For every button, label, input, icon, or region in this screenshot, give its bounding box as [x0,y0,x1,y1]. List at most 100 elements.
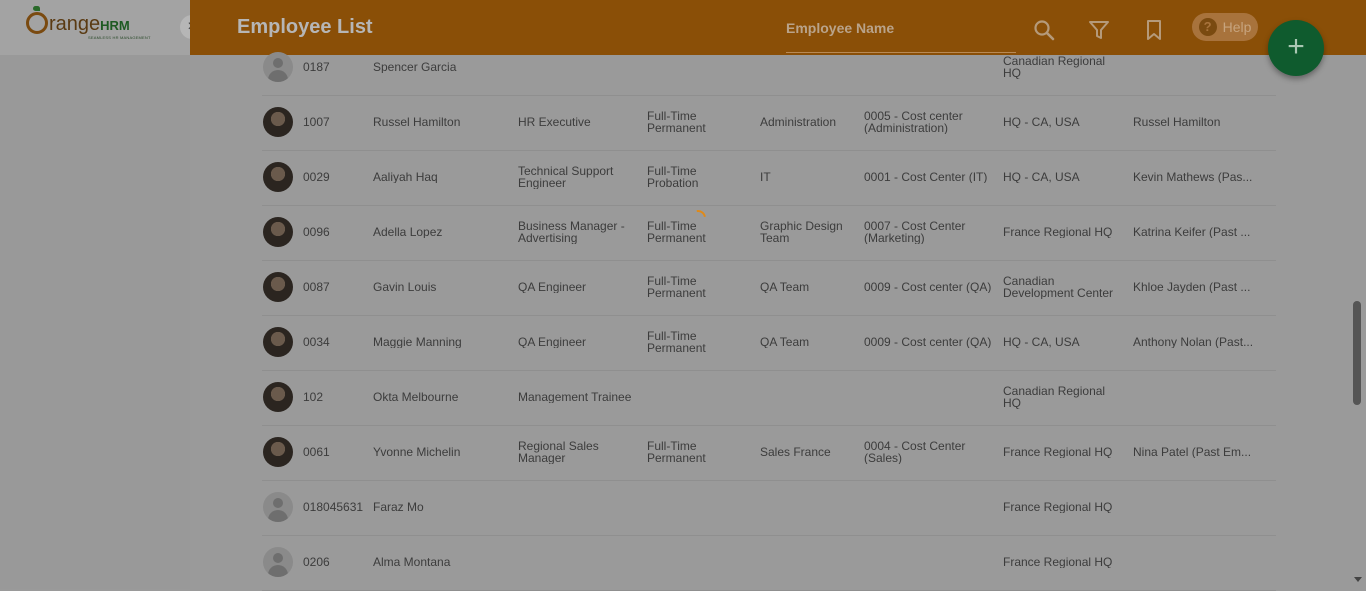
cell-id: 1007 [303,116,330,128]
scroll-down-arrow-icon[interactable] [1354,577,1362,582]
cell-id: 0206 [303,556,330,568]
table-row[interactable]: 1007 Russel Hamilton HR Executive Full-Time… [262,95,1276,151]
help-label: Help [1222,19,1252,35]
avatar [263,52,293,82]
cell-employment-status: Full-Time Permanent [647,275,706,299]
cell-employment-status: Full-Time Permanent [647,440,706,464]
cell-name: Yvonne Michelin [373,446,461,458]
avatar [263,382,293,412]
cell-supervisor: Nina Patel (Past Em... [1133,446,1252,458]
scrollbar-thumb[interactable] [1353,301,1361,405]
table-row[interactable]: 0061 Yvonne Michelin Regional Sales Manage… [262,425,1276,481]
avatar [263,492,293,522]
cell-name: Faraz Mo [373,501,424,513]
cell-location: Canadian Regional HQ [1003,385,1106,409]
avatar [263,162,293,192]
cell-job-title: Technical Support Engineer [518,165,614,189]
table-row[interactable]: 102 Okta Melbourne Management Trainee Canad… [262,370,1276,426]
cell-location: France Regional HQ [1003,226,1113,238]
cell-location: France Regional HQ [1003,446,1113,458]
cell-sub-unit: Administration [760,116,837,128]
help-icon: ? [1198,18,1217,36]
search-icon[interactable] [1032,18,1056,42]
cell-id: 0034 [303,336,330,348]
cell-cost-center: 0004 - Cost Center (Sales) [864,440,966,464]
cell-location: France Regional HQ [1003,501,1113,513]
cell-id: 0187 [303,61,330,73]
cell-id: 0087 [303,281,330,293]
plus-icon: + [1287,30,1305,63]
cell-cost-center: 0005 - Cost center (Administration) [864,110,963,134]
table-row[interactable]: 018045631 Faraz Mo France Regional HQ [262,480,1276,536]
avatar [263,107,293,137]
table-row[interactable]: 0087 Gavin Louis QA Engineer Full-Time Perm… [262,260,1276,316]
table-row[interactable]: 0029 Aaliyah Haq Technical Support Enginee… [262,150,1276,206]
cell-employment-status: Full-Time Probation [647,165,699,189]
cell-cost-center: 0009 - Cost center (QA) [864,336,992,348]
avatar [263,547,293,577]
cell-location: Canadian Development Center [1003,275,1114,299]
vertical-scrollbar[interactable] [1350,55,1366,589]
cell-employment-status: Full-Time Permanent [647,110,706,134]
cell-name: Alma Montana [373,556,451,568]
cell-cost-center: 0007 - Cost Center (Marketing) [864,220,966,244]
filter-icon[interactable] [1087,18,1111,42]
cell-location: HQ - CA, USA [1003,336,1080,348]
page-title: Employee List [237,16,373,38]
cell-job-title: Business Manager - Advertising [518,220,625,244]
cell-cost-center: 0001 - Cost Center (IT) [864,171,988,183]
cell-sub-unit: Sales France [760,446,831,458]
orange-logo-icon [26,6,48,34]
cell-name: Maggie Manning [373,336,462,348]
cell-location: HQ - CA, USA [1003,171,1080,183]
cell-name: Russel Hamilton [373,116,461,128]
cell-location: France Regional HQ [1003,556,1113,568]
cell-cost-center: 0009 - Cost center (QA) [864,281,992,293]
cell-name: Gavin Louis [373,281,437,293]
cell-sub-unit: QA Team [760,336,810,348]
cell-name: Spencer Garcia [373,61,457,73]
cell-id: 0061 [303,446,330,458]
cell-sub-unit: IT [760,171,771,183]
cell-job-title: QA Engineer [518,336,587,348]
help-button[interactable]: ? Help [1192,13,1258,41]
logo-text-range: range [49,13,101,35]
cell-sub-unit: Graphic Design Team [760,220,843,244]
cell-sub-unit: QA Team [760,281,810,293]
cell-id: 0029 [303,171,330,183]
cell-id: 102 [303,391,324,403]
table-row[interactable]: 0187 Spencer Garcia Canadian Regional HQ [262,40,1276,96]
bookmark-icon[interactable] [1142,18,1166,42]
cell-job-title: Management Trainee [518,391,632,403]
cell-employment-status: Full-Time Permanent [647,330,706,354]
cell-job-title: QA Engineer [518,281,587,293]
cell-supervisor: Kevin Mathews (Pas... [1133,171,1253,183]
cell-name: Adella Lopez [373,226,443,238]
avatar [263,272,293,302]
add-employee-button[interactable]: + [1268,20,1324,76]
cell-job-title: HR Executive [518,116,591,128]
cell-job-title: Regional Sales Manager [518,440,599,464]
cell-supervisor: Khloe Jayden (Past ... [1133,281,1251,293]
avatar [263,217,293,247]
cell-supervisor: Anthony Nolan (Past... [1133,336,1254,348]
sidebar: range HRM SEAMLESS HR MANAGEMENT [0,0,190,589]
logo-area: range HRM SEAMLESS HR MANAGEMENT [0,0,190,55]
cell-id: 0096 [303,226,330,238]
cell-id: 018045631 [303,501,364,513]
cell-supervisor: Russel Hamilton [1133,116,1221,128]
orangehrm-logo: range HRM [26,6,130,35]
cell-location: Canadian Regional HQ [1003,55,1106,79]
cell-name: Aaliyah Haq [373,171,438,183]
cell-name: Okta Melbourne [373,391,459,403]
loading-spinner-icon [696,210,706,217]
logo-tagline: SEAMLESS HR MANAGEMENT [88,35,151,40]
table-row[interactable]: 0206 Alma Montana France Regional HQ [262,535,1276,591]
table-row[interactable]: 0034 Maggie Manning QA Engineer Full-Time P… [262,315,1276,371]
cell-supervisor: Katrina Keifer (Past ... [1133,226,1251,238]
table-row[interactable]: 0096 Adella Lopez Business Manager - Adver… [262,205,1276,261]
cell-location: HQ - CA, USA [1003,116,1080,128]
logo-text-hrm: HRM [100,18,130,33]
avatar [263,327,293,357]
avatar [263,437,293,467]
